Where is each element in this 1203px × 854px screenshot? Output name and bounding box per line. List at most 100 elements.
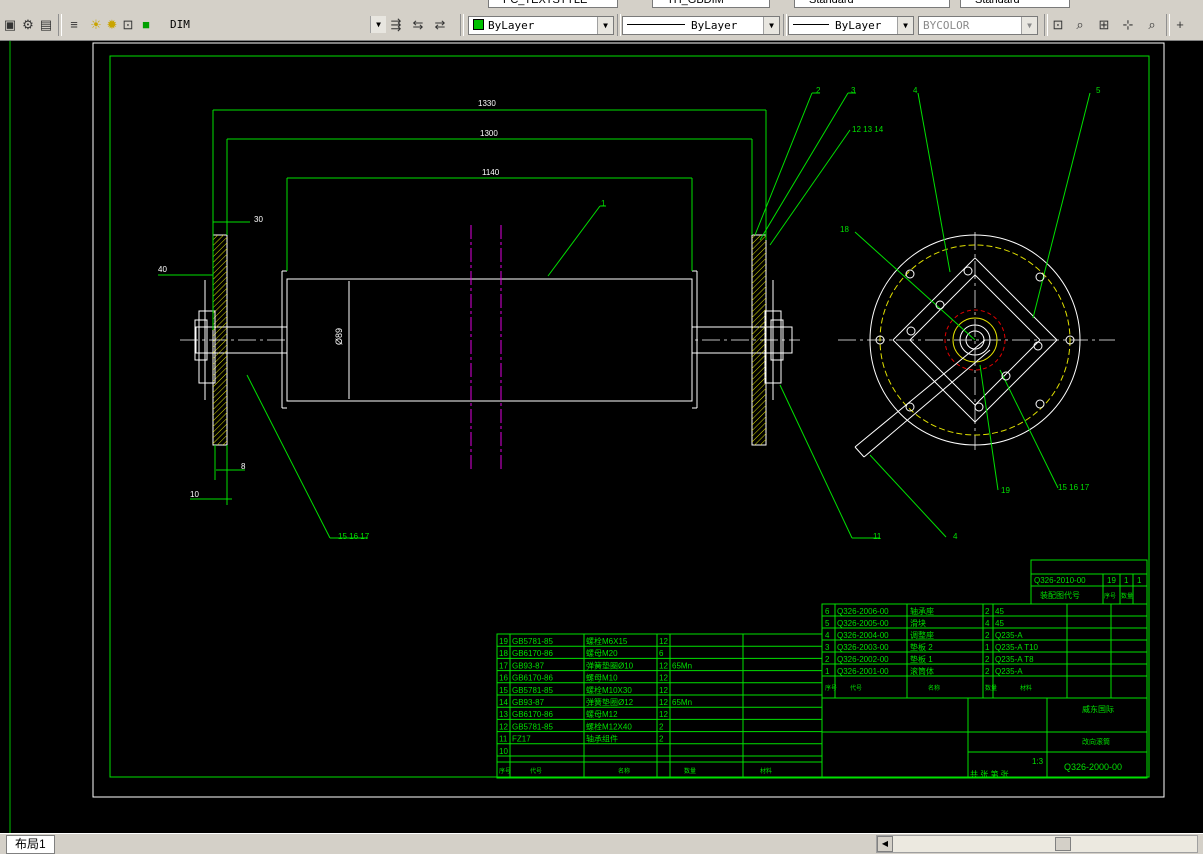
layer-previous-icon[interactable]: ⇆ xyxy=(410,17,426,33)
std-name: 螺栓M12X40 xyxy=(586,721,632,731)
balloon-4: 4 xyxy=(913,86,918,95)
status-bar: 布局1 ◀ xyxy=(0,833,1203,854)
std-no: 15 xyxy=(499,686,508,695)
layer-combo[interactable]: DIM ▼ xyxy=(154,16,386,35)
chevron-down-icon[interactable]: ▼ xyxy=(897,17,913,34)
parts-code: Q326-2001-00 xyxy=(837,667,889,676)
layer-states-icon[interactable]: ▣ xyxy=(2,17,18,33)
std-no: 11 xyxy=(499,735,508,744)
linetype-sample xyxy=(627,24,685,25)
std-code: GB6170-86 xyxy=(512,649,553,658)
std-code: FZ17 xyxy=(512,735,531,744)
zoom-scale-icon[interactable]: ⊞ xyxy=(1096,17,1112,33)
linetype-combo[interactable]: ByLayer ▼ xyxy=(622,16,780,35)
parts-code: Q326-2006-00 xyxy=(837,607,889,616)
top-header-code: 装配图代号 xyxy=(1040,590,1080,600)
top-code: Q326-2010-00 xyxy=(1034,576,1086,585)
settings-icon[interactable]: ⚙ xyxy=(20,17,36,33)
make-current-icon[interactable]: ⇶ xyxy=(388,17,404,33)
drawing-canvas[interactable]: Ø89 1330 1300 1140 30 40 8 10 1 2 3 12 1… xyxy=(0,41,1203,833)
std-mat: 65Mn xyxy=(672,698,692,707)
plotstyle-combo[interactable]: BYCOLOR ▼ xyxy=(918,16,1038,35)
scale: 1:3 xyxy=(1032,757,1044,766)
layer-manager-icon[interactable]: ≡ xyxy=(66,17,82,33)
lineweight-combo[interactable]: ByLayer ▼ xyxy=(788,16,914,35)
drawing-number: Q326-2000-00 xyxy=(1064,762,1122,772)
parts-header: 序号 xyxy=(825,684,837,692)
plotstyle-value: BYCOLOR xyxy=(923,19,970,32)
parts-name: 调整座 xyxy=(910,630,934,640)
parts-name: 滚筒体 xyxy=(910,666,934,676)
parts-code: Q326-2003-00 xyxy=(837,643,889,652)
balloon-12-13-14: 12 13 14 xyxy=(852,125,884,134)
std-header: 材料 xyxy=(760,767,772,775)
std-mat: 65Mn xyxy=(672,661,692,670)
scroll-thumb[interactable] xyxy=(1055,837,1071,851)
mleader-style-combo[interactable]: Standard xyxy=(960,0,1070,8)
std-name: 弹簧垫圈Ø10 xyxy=(586,660,634,670)
layer-match-icon[interactable]: ⇄ xyxy=(432,17,448,33)
std-code: GB6170-86 xyxy=(512,710,553,719)
parts-qty: 2 xyxy=(985,607,990,616)
std-name: 螺母M20 xyxy=(586,648,618,658)
chevron-down-icon[interactable]: ▼ xyxy=(763,17,779,34)
color-swatch xyxy=(473,19,484,30)
sun-icon[interactable]: ✹ xyxy=(104,17,120,33)
zoom-center-icon[interactable]: ⊹ xyxy=(1120,17,1136,33)
dim-30: 30 xyxy=(254,215,263,224)
parts-mat: 45 xyxy=(995,607,1004,616)
parts-code: Q326-2004-00 xyxy=(837,631,889,640)
dim-style-combo[interactable]: TH_GBDIM xyxy=(652,0,770,8)
parts-qty: 1 xyxy=(985,643,990,652)
text-style-combo[interactable]: PC_TEXTSTYLE xyxy=(488,0,618,8)
std-header: 序号 xyxy=(499,767,511,775)
sheet-info: 共 张 第 张 xyxy=(970,769,1009,779)
parts-mat: Q235-A xyxy=(995,631,1023,640)
std-no: 16 xyxy=(499,674,508,683)
std-header: 数量 xyxy=(684,767,696,775)
std-qty: 6 xyxy=(659,649,664,658)
std-qty: 12 xyxy=(659,710,668,719)
std-name: 螺栓M10X30 xyxy=(586,685,632,695)
std-no: 17 xyxy=(499,661,508,670)
parts-name: 轴承座 xyxy=(910,606,934,616)
dim-dia: Ø89 xyxy=(334,328,344,345)
std-qty: 12 xyxy=(659,698,668,707)
balloon-19: 19 xyxy=(1001,486,1010,495)
std-name: 弹簧垫圈Ø12 xyxy=(586,697,634,707)
zoom-window-icon[interactable]: ⊡ xyxy=(1050,17,1066,33)
layer-tool-icon[interactable]: ▤ xyxy=(38,17,54,33)
parts-code: Q326-2002-00 xyxy=(837,655,889,664)
company-name: 威东国际 xyxy=(1082,704,1114,714)
chevron-down-icon[interactable]: ▼ xyxy=(370,16,386,33)
std-header: 名称 xyxy=(618,767,630,775)
parts-header: 代号 xyxy=(850,684,862,692)
top-cell: 19 xyxy=(1107,576,1116,585)
color-combo[interactable]: ByLayer ▼ xyxy=(468,16,614,35)
parts-no: 5 xyxy=(825,619,830,628)
scroll-left-icon[interactable]: ◀ xyxy=(877,836,893,852)
std-no: 14 xyxy=(499,698,508,707)
zoom-dynamic-icon[interactable]: ⌕ xyxy=(1072,17,1088,33)
linetype-value: ByLayer xyxy=(691,19,738,32)
tab-layout1[interactable]: 布局1 xyxy=(6,835,55,854)
zoom-object-icon[interactable]: ⌕ xyxy=(1144,17,1160,33)
chevron-down-icon[interactable]: ▼ xyxy=(1021,17,1037,34)
drawing-title: 改向滚筒 xyxy=(1082,737,1110,746)
std-name: 螺母M12 xyxy=(586,709,618,719)
lock-icon[interactable]: ⊡ xyxy=(120,17,136,33)
bulb-icon[interactable]: ☀ xyxy=(88,17,104,33)
dim-10: 10 xyxy=(190,490,199,499)
horizontal-scrollbar[interactable]: ◀ xyxy=(876,835,1198,853)
balloon-3: 3 xyxy=(851,86,856,95)
std-name: 螺母M10 xyxy=(586,673,618,683)
balloon-11: 11 xyxy=(873,532,882,541)
parts-mat: Q235-A T10 xyxy=(995,643,1039,652)
zoom-in-icon[interactable]: + xyxy=(1172,17,1188,33)
std-qty: 12 xyxy=(659,686,668,695)
dim-8: 8 xyxy=(241,462,246,471)
table-style-combo[interactable]: Standard xyxy=(794,0,950,8)
parts-name: 垫板 2 xyxy=(910,642,933,652)
parts-no: 3 xyxy=(825,643,830,652)
chevron-down-icon[interactable]: ▼ xyxy=(597,17,613,34)
